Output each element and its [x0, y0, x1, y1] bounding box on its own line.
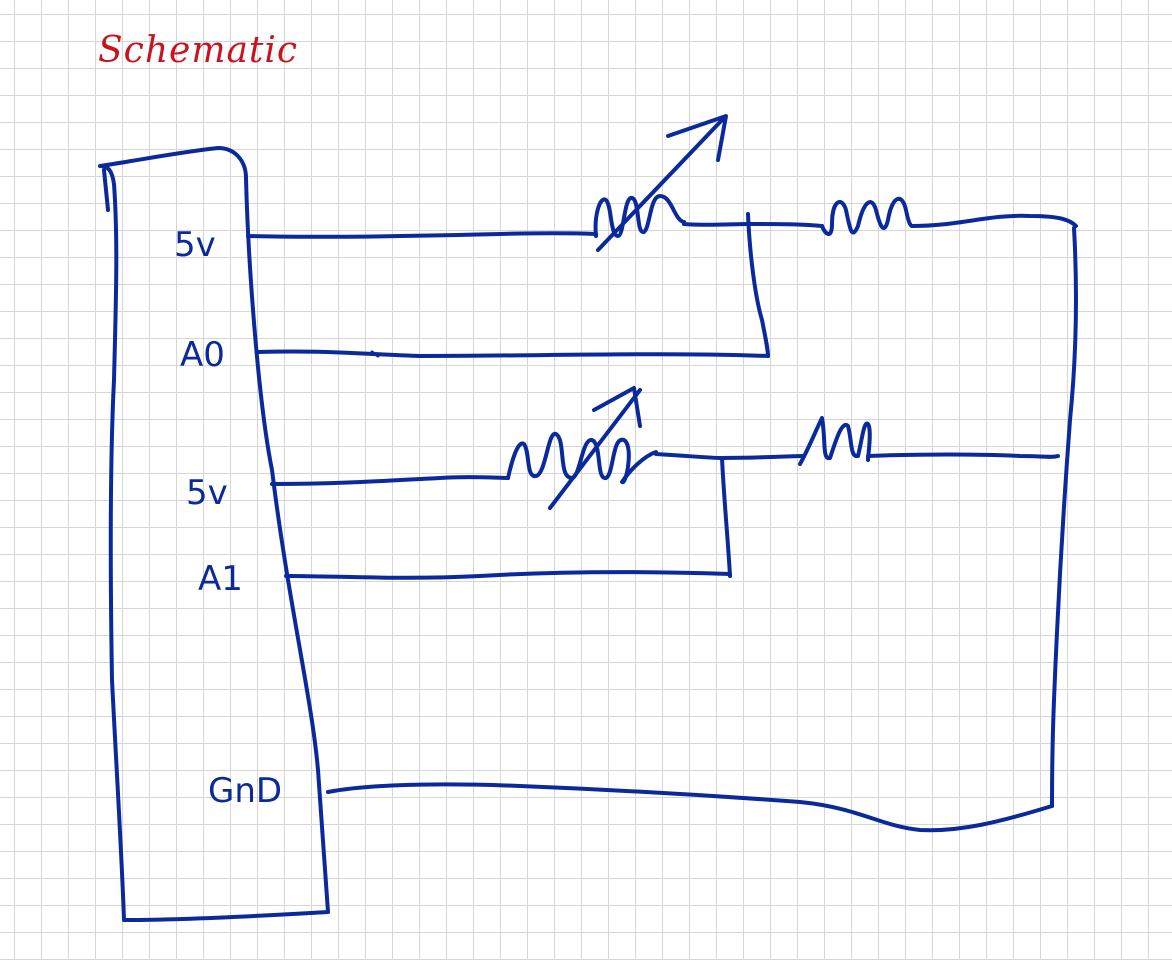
pin-label-gnd: GnD [208, 771, 282, 811]
wire-a0-drop [746, 212, 770, 358]
wire-a0 [256, 349, 770, 358]
wire-to-resistor-bottom [720, 454, 806, 460]
wire-gnd [326, 782, 1054, 833]
resistor-icon-2 [798, 416, 872, 466]
wire-a1-drop [720, 456, 732, 578]
pin-label-5v-top: 5v [174, 225, 216, 265]
wire-a1 [284, 570, 732, 580]
wire-5v-bottom [270, 475, 510, 486]
board-corner-mark [102, 168, 110, 212]
resistor-icon [820, 196, 914, 236]
wire-bottom-right [866, 452, 1060, 459]
schematic-drawing: Schematic 5v A0 5v A1 GnD [98, 30, 1079, 922]
wire-node-top [682, 222, 750, 227]
schematic-title: Schematic [98, 30, 298, 71]
photoresistor-icon-2 [506, 431, 658, 485]
photoresistor-icon [593, 194, 686, 238]
wire-right-return [1050, 226, 1079, 808]
grid-paper-canvas: Schematic 5v A0 5v A1 GnD [0, 0, 1172, 960]
wire-node-bottom [654, 452, 724, 460]
wire-top-right [910, 213, 1078, 228]
pin-label-a0: A0 [180, 335, 225, 375]
wire-5v-top [246, 231, 598, 239]
pin-label-a1: A1 [198, 559, 243, 599]
wire-to-resistor-top [746, 222, 824, 228]
photoresistor-arrow-line [596, 118, 724, 252]
pin-label-5v-bottom: 5v [186, 473, 228, 513]
